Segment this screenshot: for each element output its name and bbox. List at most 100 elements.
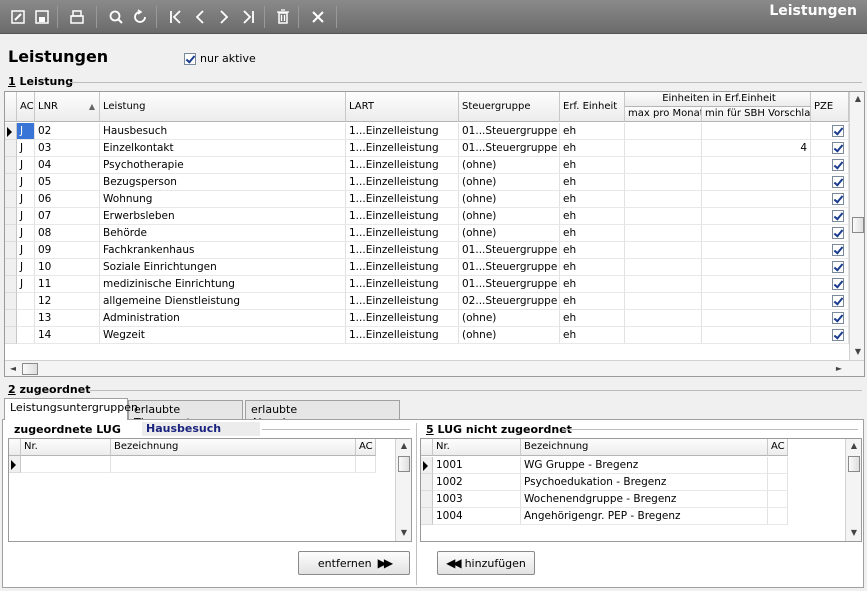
cell-min[interactable] xyxy=(702,208,811,225)
cell-steuer[interactable]: (ohne) xyxy=(459,174,560,191)
cell-steuer[interactable]: 02...Steuergruppe 2 xyxy=(459,293,560,310)
col-ac[interactable]: AC xyxy=(768,439,788,456)
pze-checkbox[interactable] xyxy=(832,210,844,222)
cell-pze[interactable] xyxy=(811,208,849,225)
cell-pze[interactable] xyxy=(811,242,849,259)
cell-erf[interactable]: eh xyxy=(560,123,625,140)
cell-leistung[interactable]: Administration xyxy=(100,310,346,327)
cell-erf[interactable]: eh xyxy=(560,225,625,242)
cell-erf[interactable]: eh xyxy=(560,140,625,157)
cell-pze[interactable] xyxy=(811,293,849,310)
entfernen-button[interactable]: entfernen ▶▶ xyxy=(298,551,410,575)
cell-max[interactable] xyxy=(625,174,702,191)
pze-checkbox[interactable] xyxy=(832,244,844,256)
col-min-sbh[interactable]: min für SBH Vorschlag xyxy=(702,107,811,122)
cell-steuer[interactable]: 01...Steuergruppe 1 xyxy=(459,276,560,293)
cell-min[interactable] xyxy=(702,174,811,191)
scroll-down-icon[interactable]: ▼ xyxy=(850,347,864,356)
cell-min[interactable] xyxy=(702,225,811,242)
cell-min[interactable] xyxy=(702,123,811,140)
cell-lnr[interactable]: 14 xyxy=(35,327,100,344)
zugeordnete-vertical-scrollbar[interactable]: ▲ ▼ xyxy=(395,439,411,541)
hinzufuegen-button[interactable]: ◀◀ hinzufügen xyxy=(437,551,535,575)
cell-lnr[interactable]: 11 xyxy=(35,276,100,293)
cell-min[interactable] xyxy=(702,157,811,174)
col-bezeichnung[interactable]: Bezeichnung xyxy=(521,439,768,456)
cell-lnr[interactable]: 04 xyxy=(35,157,100,174)
cell-ac[interactable]: J xyxy=(17,157,35,174)
first-record-icon[interactable] xyxy=(166,7,186,27)
tab-erlaubte-therapeuten[interactable]: erlaubte Therapeuten xyxy=(128,400,243,429)
cell-lart[interactable]: 1...Einzelleistung xyxy=(346,259,459,276)
cell-ac[interactable]: J xyxy=(17,259,35,276)
cell-nr[interactable]: 1004 xyxy=(433,508,521,525)
cell-lart[interactable]: 1...Einzelleistung xyxy=(346,208,459,225)
tab-leistungsuntergruppen[interactable]: Leistungsuntergruppen xyxy=(4,398,138,420)
cell-max[interactable] xyxy=(625,225,702,242)
cell-ac[interactable] xyxy=(17,327,35,344)
cell-pze[interactable] xyxy=(811,191,849,208)
col-erf-einheit[interactable]: Erf. Einheit xyxy=(560,92,625,122)
col-nr[interactable]: Nr. xyxy=(21,439,111,456)
scroll-thumb[interactable] xyxy=(398,456,410,472)
col-steuergruppe[interactable]: Steuergruppe xyxy=(459,92,560,122)
lug-vertical-scrollbar[interactable]: ▲ ▼ xyxy=(845,439,861,541)
pze-checkbox[interactable] xyxy=(832,142,844,154)
cell-nr[interactable]: 1001 xyxy=(433,457,521,474)
new-row-nr[interactable] xyxy=(21,456,111,473)
cell-ac[interactable]: J xyxy=(17,208,35,225)
cell-ac[interactable]: J xyxy=(17,242,35,259)
cell-pze[interactable] xyxy=(811,310,849,327)
cell-lnr[interactable]: 12 xyxy=(35,293,100,310)
cell-leistung[interactable]: Wohnung xyxy=(100,191,346,208)
scroll-up-icon[interactable]: ▲ xyxy=(846,441,861,450)
nur-aktive-checkbox[interactable] xyxy=(184,53,196,65)
cell-leistung[interactable]: Psychotherapie xyxy=(100,157,346,174)
cell-leistung[interactable]: medizinische Einrichtung xyxy=(100,276,346,293)
pze-checkbox[interactable] xyxy=(832,193,844,205)
cell-steuer[interactable]: (ohne) xyxy=(459,225,560,242)
cell-bez[interactable]: Wochenendgruppe - Bregenz xyxy=(521,491,768,508)
pze-checkbox[interactable] xyxy=(832,295,844,307)
cell-ac[interactable]: J xyxy=(17,225,35,242)
scroll-thumb[interactable] xyxy=(852,217,864,233)
cell-lnr[interactable]: 09 xyxy=(35,242,100,259)
cell-leistung[interactable]: Bezugsperson xyxy=(100,174,346,191)
cell-lart[interactable]: 1...Einzelleistung xyxy=(346,191,459,208)
cell-steuer[interactable]: (ohne) xyxy=(459,208,560,225)
pze-checkbox[interactable] xyxy=(832,176,844,188)
cell-max[interactable] xyxy=(625,123,702,140)
cell-max[interactable] xyxy=(625,242,702,259)
cell-steuer[interactable]: (ohne) xyxy=(459,310,560,327)
cell-lart[interactable]: 1...Einzelleistung xyxy=(346,123,459,140)
cell-min[interactable] xyxy=(702,276,811,293)
cell-min[interactable] xyxy=(702,259,811,276)
cell-erf[interactable]: eh xyxy=(560,157,625,174)
cell-lnr[interactable]: 10 xyxy=(35,259,100,276)
cell-lart[interactable]: 1...Einzelleistung xyxy=(346,174,459,191)
cell-steuer[interactable]: 01...Steuergruppe 1 xyxy=(459,123,560,140)
scroll-up-icon[interactable]: ▲ xyxy=(850,94,864,103)
pze-checkbox[interactable] xyxy=(832,261,844,273)
cell-pze[interactable] xyxy=(811,259,849,276)
col-lart[interactable]: LART xyxy=(346,92,459,122)
col-nr[interactable]: Nr. xyxy=(433,439,521,456)
col-ac[interactable]: AC xyxy=(356,439,376,456)
cell-leistung[interactable]: Hausbesuch xyxy=(100,123,346,140)
col-lnr[interactable]: LNR ▲ xyxy=(35,92,100,122)
cell-bez[interactable]: Psychoedukation - Bregenz xyxy=(521,474,768,491)
cell-steuer[interactable]: 01...Steuergruppe 1 xyxy=(459,242,560,259)
cell-lart[interactable]: 1...Einzelleistung xyxy=(346,276,459,293)
pze-checkbox[interactable] xyxy=(832,312,844,324)
cell-erf[interactable]: eh xyxy=(560,242,625,259)
cell-lart[interactable]: 1...Einzelleistung xyxy=(346,140,459,157)
pze-checkbox[interactable] xyxy=(832,125,844,137)
cell-leistung[interactable]: Erwerbsleben xyxy=(100,208,346,225)
refresh-icon[interactable] xyxy=(130,7,150,27)
cell-pze[interactable] xyxy=(811,174,849,191)
cell-lnr[interactable]: 13 xyxy=(35,310,100,327)
col-pze[interactable]: PZE xyxy=(811,92,849,122)
cell-max[interactable] xyxy=(625,276,702,293)
cell-pze[interactable] xyxy=(811,327,849,344)
cell-leistung[interactable]: Fachkrankenhaus xyxy=(100,242,346,259)
